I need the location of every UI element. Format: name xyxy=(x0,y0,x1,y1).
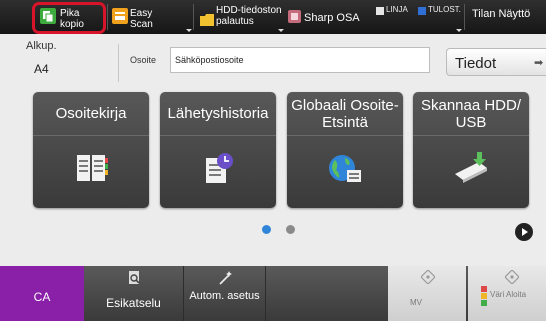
play-icon xyxy=(522,228,528,236)
sharp-osa-shortcut[interactable]: Sharp OSA xyxy=(286,0,366,34)
tile-global-address-search[interactable]: Globaali Osoite-Etsintä xyxy=(287,92,403,208)
line-status-indicator xyxy=(376,7,384,15)
auto-set-button[interactable]: Autom. asetus xyxy=(184,266,266,321)
details-button[interactable]: Tiedot ➡ xyxy=(446,48,546,76)
folder-icon xyxy=(200,14,214,26)
usb-download-icon xyxy=(455,152,487,183)
next-page-button[interactable] xyxy=(515,223,533,241)
chevron-down-icon[interactable] xyxy=(456,29,462,32)
clear-all-button[interactable]: CA xyxy=(0,266,84,321)
tile-label: Skannaa HDD/ USB xyxy=(413,92,529,136)
address-label: Osoite xyxy=(130,55,157,65)
start-diamond-icon xyxy=(505,270,519,284)
original-size-label: Alkup. xyxy=(26,40,57,52)
color-swatch xyxy=(481,293,487,299)
address-field[interactable]: Sähköpostiosoite xyxy=(170,47,430,73)
mode-display-button[interactable]: Tilan Näyttö xyxy=(472,8,530,20)
preview-label: Esikatselu xyxy=(106,296,161,310)
mono-start-label: MV xyxy=(410,298,422,307)
divider xyxy=(193,4,194,30)
start-diamond-icon xyxy=(421,270,435,284)
color-start-button[interactable]: Väri Aloita xyxy=(468,266,546,321)
divider xyxy=(107,4,108,30)
preview-icon xyxy=(128,271,140,284)
divider xyxy=(464,4,465,30)
chevron-down-icon xyxy=(186,29,192,32)
original-size-value[interactable]: A4 xyxy=(34,62,49,76)
magic-wand-icon xyxy=(218,271,232,285)
print-status-label: TULOST. xyxy=(428,5,461,14)
hdd-restore-shortcut[interactable]: HDD-tiedoston palautus xyxy=(196,0,284,34)
hdd-restore-label: HDD-tiedoston palautus xyxy=(216,5,282,27)
tile-label: Lähetyshistoria xyxy=(160,92,276,136)
easy-scan-shortcut[interactable]: Easy Scan xyxy=(110,0,192,34)
details-button-label: Tiedot xyxy=(455,55,497,72)
tile-address-book[interactable]: Osoitekirja xyxy=(33,92,149,208)
divider xyxy=(118,44,119,82)
easy-scan-label: Easy Scan xyxy=(130,8,153,30)
tile-send-history[interactable]: Lähetyshistoria xyxy=(160,92,276,208)
tile-label: Osoitekirja xyxy=(33,92,149,136)
globe-icon xyxy=(329,155,361,182)
highlight-frame xyxy=(32,2,106,34)
page-indicator-active xyxy=(262,225,271,234)
address-book-icon xyxy=(77,155,108,181)
osa-icon xyxy=(288,10,301,23)
color-swatch xyxy=(481,286,487,292)
scan-icon xyxy=(112,8,128,24)
print-status-indicator xyxy=(418,7,426,15)
color-start-label: Väri Aloita xyxy=(490,290,527,299)
chevron-down-icon xyxy=(278,29,284,32)
tile-scan-hdd-usb[interactable]: Skannaa HDD/ USB xyxy=(413,92,529,208)
preview-button[interactable]: Esikatselu xyxy=(84,266,184,321)
auto-set-label: Autom. asetus xyxy=(189,290,260,302)
tile-label: Globaali Osoite-Etsintä xyxy=(287,92,403,136)
color-swatch xyxy=(481,300,487,306)
sharp-osa-label: Sharp OSA xyxy=(304,12,360,24)
history-icon xyxy=(206,153,233,183)
page-indicator[interactable] xyxy=(286,225,295,234)
mono-start-button[interactable]: MV xyxy=(388,266,466,321)
line-status-label: LINJA xyxy=(386,5,408,14)
arrow-right-icon: ➡ xyxy=(534,57,544,69)
